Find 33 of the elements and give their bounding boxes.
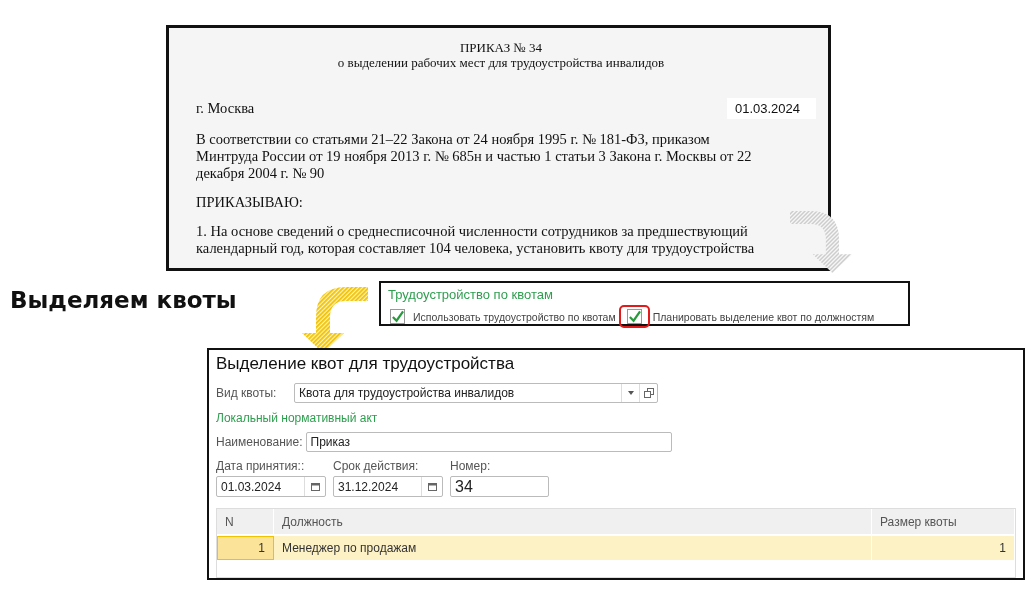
field-label: Дата принятия::	[216, 459, 306, 473]
field-label: Наименование:	[216, 435, 303, 449]
checkbox[interactable]	[626, 309, 642, 324]
document-paragraph: 1. На основе сведений о среднесписочной численности сотрудников за предшествующий календарный год, которая составляет 104 человека, установить квоту для трудоустройства	[196, 223, 756, 257]
table-cell: Менеджер по продажам	[274, 536, 872, 560]
name-field[interactable]: Приказ	[305, 432, 672, 452]
document-paragraph: ПРИКАЗЫВАЮ:	[196, 194, 304, 211]
column-header[interactable]: N	[217, 509, 274, 534]
document-subtitle: о выделении рабочих мест для трудоустройства инвалидов	[336, 55, 666, 70]
section-title: Трудоустройство по квотам	[388, 287, 554, 303]
number-field[interactable]: 34	[450, 476, 549, 497]
table-row[interactable]: 1 Менеджер по продажам 1	[217, 536, 1015, 560]
section-title: Локальный нормативный акт	[216, 411, 379, 425]
checkbox-option[interactable]: Использовать трудоустройство по квотам	[388, 304, 616, 329]
field-label: Вид квоты:	[216, 386, 278, 400]
city-text: г. Москва	[196, 100, 255, 117]
checkbox[interactable]	[390, 309, 405, 324]
table-cell: 1	[872, 536, 1015, 560]
document-paragraph: В соответствии со статьями 21–22 Закона от 24 ноября 1995 г. № 181-ФЗ, приказом Минтруда России от 19 ноября 2013 г. № 685н и частью 1 статьи 3 Закона г. Москвы от 22 декабря 2004 г. № 90	[196, 131, 753, 182]
quota-type-field[interactable]: Квота для трудоустройства инвалидов	[294, 383, 658, 403]
open-icon[interactable]	[639, 384, 657, 402]
document-title: ПРИКАЗ № 34	[458, 40, 544, 55]
checkbox-option[interactable]: Планировать выделение квот по должностям	[618, 305, 875, 328]
table-cell: 1	[217, 536, 274, 560]
heading: Выделяем квоты	[10, 287, 237, 313]
date-field[interactable]: 01.03.2024	[216, 476, 326, 497]
date-field[interactable]: 31.12.2024	[333, 476, 443, 497]
field-label: Номер:	[450, 459, 492, 473]
form-title: Выделение квот для трудоустройства	[216, 353, 516, 375]
field-label: Срок действия:	[333, 459, 420, 473]
column-header[interactable]: Должность	[274, 509, 872, 534]
column-header[interactable]: Размер квоты	[872, 509, 1015, 534]
document-date: 01.03.2024	[726, 98, 816, 119]
